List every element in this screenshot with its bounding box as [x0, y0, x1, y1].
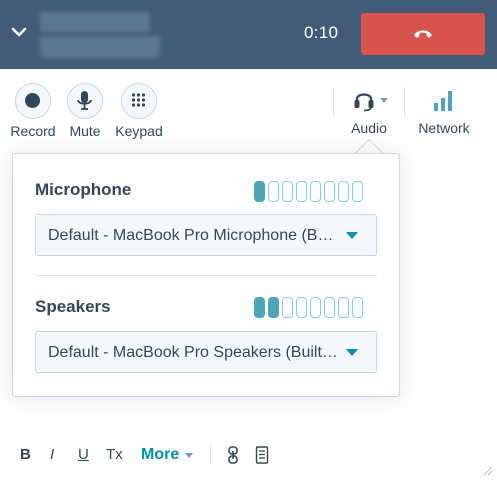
speakers-level-segment: [296, 297, 307, 318]
microphone-selected-device: Default - MacBook Pro Microphone (Built-…: [48, 227, 342, 244]
hangup-button[interactable]: [361, 13, 485, 55]
clear-format-button[interactable]: Tx: [106, 445, 123, 465]
italic-button[interactable]: I: [50, 445, 54, 465]
microphone-level-segment: [254, 181, 265, 202]
network-status-button[interactable]: Network: [414, 88, 474, 136]
keypad-label: Keypad: [115, 123, 163, 139]
speakers-title: Speakers: [35, 297, 111, 316]
signal-bars-icon: [434, 91, 452, 111]
microphone-level-segment: [282, 181, 293, 202]
keypad-button[interactable]: Keypad: [104, 83, 174, 139]
call-header: 0:10: [0, 0, 497, 69]
microphone-level-segment: [310, 181, 321, 202]
more-formatting-button[interactable]: More: [141, 445, 179, 465]
speakers-level-segment: [268, 297, 279, 318]
phone-hangup-icon: [414, 30, 432, 38]
record-icon: [25, 93, 40, 108]
caret-down-icon: [346, 232, 358, 239]
toolbar-divider: [404, 87, 405, 117]
resize-handle-icon[interactable]: [483, 466, 493, 476]
bold-button[interactable]: B: [20, 445, 31, 465]
caller-number-redacted: [40, 36, 160, 58]
snippet-icon[interactable]: [255, 446, 269, 464]
audio-label: Audio: [351, 120, 387, 136]
caller-name-redacted: [40, 12, 150, 32]
microphone-icon: [77, 91, 92, 110]
speakers-selected-device: Default - MacBook Pro Speakers (Built-in…: [48, 344, 342, 361]
speakers-level-segment: [324, 297, 335, 318]
chevron-down-icon: [380, 98, 388, 103]
headset-icon: [354, 93, 388, 112]
keypad-icon: [131, 93, 146, 107]
call-controls-toolbar: Record Mute Keypad Audio Network: [0, 69, 497, 154]
audio-settings-popover: Microphone Default - MacBook Pro Microph…: [12, 153, 400, 397]
toolbar-divider: [210, 445, 211, 465]
speakers-level-segment: [352, 297, 363, 318]
microphone-level-segment: [324, 181, 335, 202]
microphone-level-segment: [268, 181, 279, 202]
audio-settings-button[interactable]: Audio: [343, 88, 395, 136]
speakers-select[interactable]: Default - MacBook Pro Speakers (Built-in…: [35, 331, 377, 373]
speakers-level-segment: [310, 297, 321, 318]
underline-button[interactable]: U: [78, 445, 89, 465]
caret-down-icon: [185, 453, 193, 458]
chevron-down-icon[interactable]: [9, 22, 29, 42]
microphone-level-meter: [254, 181, 363, 202]
network-label: Network: [418, 120, 470, 136]
microphone-title: Microphone: [35, 180, 132, 199]
microphone-level-segment: [338, 181, 349, 202]
link-icon[interactable]: [226, 445, 240, 465]
speakers-level-segment: [282, 297, 293, 318]
toolbar-divider: [333, 87, 334, 117]
call-timer: 0:10: [304, 23, 339, 42]
speakers-level-meter: [254, 297, 363, 318]
speakers-level-segment: [254, 297, 265, 318]
microphone-level-segment: [352, 181, 363, 202]
microphone-select[interactable]: Default - MacBook Pro Microphone (Built-…: [35, 214, 377, 256]
microphone-level-segment: [296, 181, 307, 202]
caret-down-icon: [346, 349, 358, 356]
section-divider: [35, 275, 377, 276]
speakers-level-segment: [338, 297, 349, 318]
